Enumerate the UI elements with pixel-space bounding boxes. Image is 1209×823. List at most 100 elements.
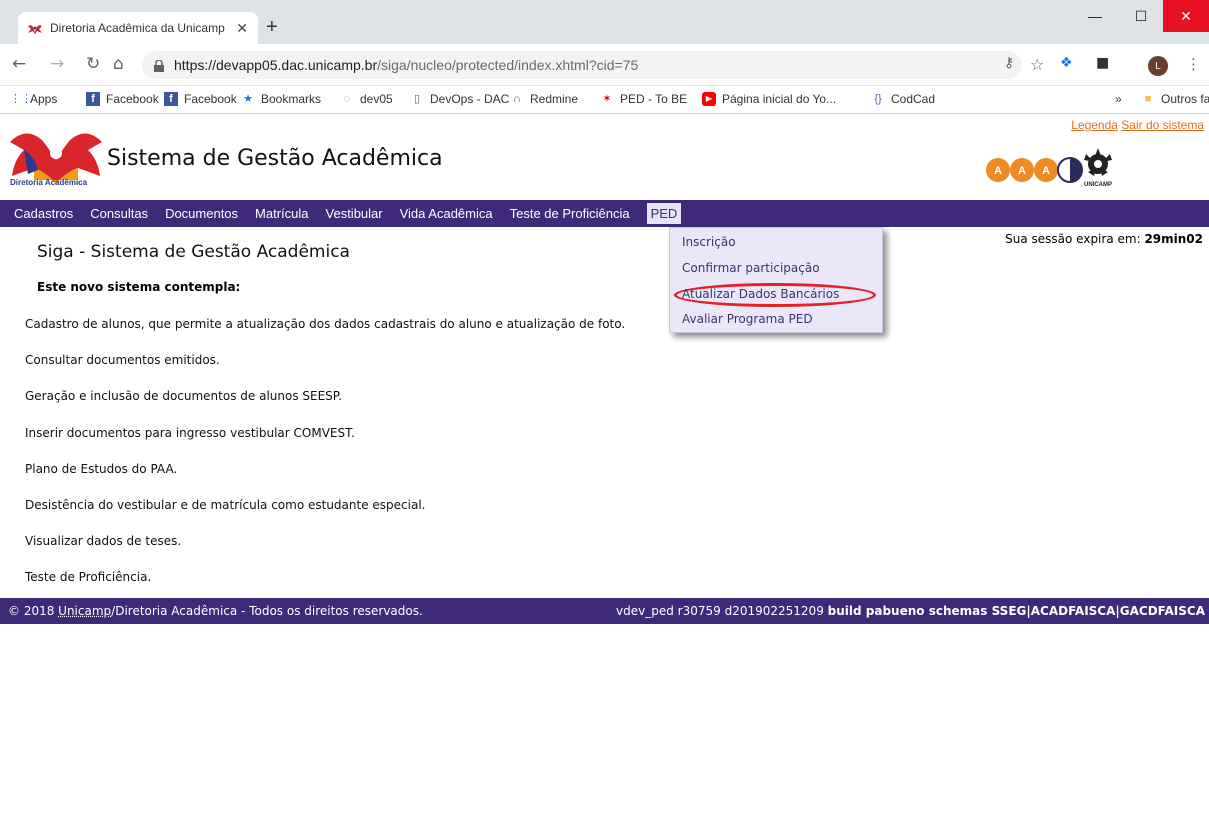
window-close-button[interactable]: ✕ (1163, 0, 1209, 32)
menu-item[interactable]: Documentos (165, 206, 238, 221)
bookmark-star-icon[interactable]: ☆ (1030, 55, 1044, 74)
bookmark-label: dev05 (360, 92, 393, 106)
menu-kebab-icon[interactable]: ⋮ (1186, 55, 1201, 73)
window-maximize-button[interactable]: ☐ (1118, 0, 1164, 32)
back-arrow-icon[interactable]: ← (12, 54, 26, 74)
menu-item[interactable]: Matrícula (255, 206, 308, 221)
session-timer: Sua sessão expira em: 29min02 (1005, 232, 1203, 246)
page: Diretoria Acadêmica Sistema de Gestão Ac… (0, 114, 1209, 823)
feature-line: Inserir documentos para ingresso vestibu… (25, 426, 355, 440)
bookmark-label: PED - To BE (620, 92, 687, 106)
bookmark-item[interactable]: ∩ Redmine (510, 92, 578, 106)
window-minimize-button[interactable]: — (1072, 0, 1118, 32)
unicamp-link[interactable]: Unicamp (58, 604, 111, 618)
bookmark-item[interactable]: f Facebook (164, 92, 237, 106)
codcad-icon: {} (871, 92, 885, 106)
tab-close-icon[interactable]: ✕ (236, 20, 248, 37)
bookmarks-bar: ⋮⋮ Apps f Facebook f Facebook ★ Bookmarks ◌ dev05… (0, 86, 1209, 114)
menu-item[interactable]: Vida Acadêmica (400, 206, 493, 221)
unicamp-icon: ✶ (600, 92, 614, 106)
org-label: Diretoria Acadêmica (10, 178, 87, 187)
bookmark-item[interactable]: ✶ PED - To BE (600, 92, 687, 106)
session-label: Sua sessão expira em: (1005, 232, 1140, 246)
site-footer: © 2018 Unicamp/Diretoria Acadêmica - Tod… (0, 598, 1209, 624)
footer-copyright: © 2018 Unicamp/Diretoria Acadêmica - Tod… (8, 604, 423, 618)
bookmark-item[interactable]: » (1115, 92, 1122, 106)
bookmark-label: Redmine (530, 92, 578, 106)
ped-dropdown-menu: Inscrição Confirmar participação Atualizar… (669, 227, 883, 333)
bookmark-label: Apps (30, 92, 57, 106)
bookmark-item[interactable]: ▯ DevOps - DAC (410, 92, 509, 106)
aaa-letter-1: A (994, 165, 1002, 177)
key-icon[interactable]: ⚷ (1004, 55, 1014, 71)
browser-tab[interactable]: Diretoria Acadêmica da Unicamp ✕ (18, 12, 258, 44)
bookmark-label: Bookmarks (261, 92, 321, 106)
aaa-letter-2: A (1018, 165, 1026, 177)
bookmark-label: Página inicial do Yo... (722, 92, 836, 106)
facebook-icon: f (86, 92, 100, 106)
bookmark-label: Facebook (184, 92, 237, 106)
browser-tabstrip: Diretoria Acadêmica da Unicamp ✕ + — ☐ ✕ (0, 0, 1209, 44)
feature-line: Visualizar dados de teses. (25, 534, 181, 548)
extension-icon[interactable]: ■ (1096, 55, 1109, 71)
feature-line: Plano de Estudos do PAA. (25, 462, 177, 476)
browser-toolbar: ← → ↻ ⌂ https://devapp05.dac.unicamp.br /… (0, 44, 1209, 86)
site-title: Sistema de Gestão Acadêmica (107, 146, 443, 171)
unicamp-favicon-icon (28, 23, 42, 33)
logout-link[interactable]: Sair do sistema (1121, 118, 1204, 132)
bookmark-label: CodCad (891, 92, 935, 106)
footer-build: vdev_ped r30759 d201902251209 (616, 604, 824, 618)
footer-prefix: © 2018 (8, 604, 58, 618)
content-intro: Este novo sistema contempla: (37, 280, 240, 294)
dropdown-item[interactable]: Avaliar Programa PED (682, 312, 813, 326)
aaa-letter-3: A (1042, 165, 1050, 177)
menu-item-ped[interactable]: PED (647, 203, 682, 224)
content-heading: Siga - Sistema de Gestão Acadêmica (37, 242, 350, 262)
dropdown-item[interactable]: Atualizar Dados Bancários (682, 287, 839, 301)
footer-build-info: vdev_ped r30759 d201902251209 build pabu… (616, 604, 1205, 618)
reload-icon[interactable]: ↻ (86, 54, 100, 74)
redmine-icon: ∩ (510, 92, 524, 106)
menu-item[interactable]: Cadastros (14, 206, 73, 221)
feature-line: Consultar documentos emitidos. (25, 353, 220, 367)
tab-title: Diretoria Acadêmica da Unicamp (50, 21, 230, 35)
profile-avatar[interactable]: L (1148, 56, 1168, 76)
url-path: /siga/nucleo/protected/index.xhtml?cid=7… (377, 57, 638, 73)
bookmark-item[interactable]: f Facebook (86, 92, 159, 106)
menu-item[interactable]: Teste de Proficiência (510, 206, 630, 221)
bookmark-item[interactable]: ■ Outros favoritos (1141, 92, 1209, 106)
new-tab-button[interactable]: + (266, 16, 278, 39)
header-links: Legenda Sair do sistema (1071, 118, 1204, 132)
bookmark-item[interactable]: {} CodCad (871, 92, 935, 106)
dropdown-item[interactable]: Confirmar participação (682, 261, 820, 275)
menu-item[interactable]: Consultas (90, 206, 148, 221)
dropbox-icon[interactable]: ❖ (1060, 55, 1073, 71)
star-icon: ★ (241, 92, 255, 106)
unicamp-logo-text: UNICAMP (1084, 182, 1112, 188)
feature-line: Teste de Proficiência. (25, 570, 151, 584)
dropdown-item[interactable]: Inscrição (682, 235, 736, 249)
feature-line: Geração e inclusão de documentos de alun… (25, 389, 342, 403)
address-bar[interactable]: https://devapp05.dac.unicamp.br/siga/nuc… (142, 51, 1022, 79)
legenda-link[interactable]: Legenda (1071, 118, 1118, 132)
forward-arrow-icon[interactable]: → (50, 54, 64, 74)
main-menu-bar: Cadastros Consultas Documentos Matrícula Ves… (0, 200, 1209, 227)
home-icon[interactable]: ⌂ (113, 54, 124, 74)
folder-icon: ■ (1141, 92, 1155, 106)
bookmark-label: Facebook (106, 92, 159, 106)
bookmark-label: DevOps - DAC (430, 92, 509, 106)
bookmark-label: » (1115, 92, 1122, 106)
footer-build-bold: build pabueno schemas SSEG|ACADFAISCA|GA… (828, 604, 1205, 618)
menu-item[interactable]: Vestibular (326, 206, 383, 221)
facebook-icon: f (164, 92, 178, 106)
bookmark-item[interactable]: ◌ dev05 (340, 92, 393, 106)
bookmark-item[interactable]: ⋮⋮ Apps (10, 92, 57, 106)
bookmark-item[interactable]: ★ Bookmarks (241, 92, 321, 106)
aaa-unicamp-logo-icon: A A A UNICAMP (986, 148, 1121, 188)
bookmark-item[interactable]: ▶ Página inicial do Yo... (702, 92, 836, 106)
footer-suffix: /Diretoria Acadêmica - Todos os direitos… (111, 604, 423, 618)
page-icon: ▯ (410, 92, 424, 106)
apps-grid-icon: ⋮⋮ (10, 92, 24, 106)
bookmark-label: Outros favoritos (1161, 92, 1209, 106)
session-time: 29min02 (1144, 232, 1203, 246)
